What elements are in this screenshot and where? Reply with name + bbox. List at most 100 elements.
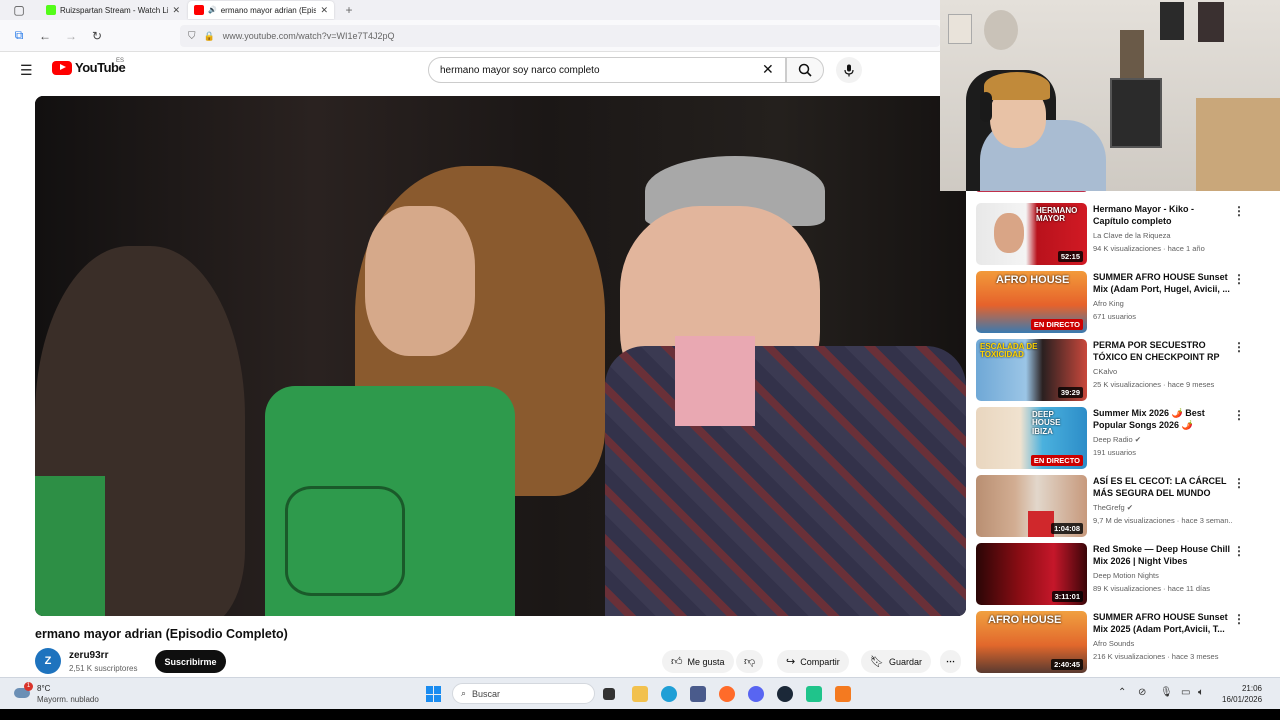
recommendation-item[interactable]: HERMANO MAYOR 52:15 Hermano Mayor - Kiko… — [976, 203, 1266, 267]
recommendation-channel[interactable]: La Clave de la Riqueza — [1093, 231, 1171, 240]
windows-start-icon[interactable] — [426, 686, 442, 702]
search-button[interactable] — [786, 57, 824, 83]
sidebar-toggle-icon[interactable]: ⧉ — [8, 25, 30, 47]
subscribe-button[interactable]: Suscribirme — [155, 650, 226, 673]
more-vertical-icon[interactable]: ⋮ — [1233, 612, 1245, 626]
shield-icon[interactable]: ⛉ — [188, 31, 196, 42]
youtube-logo[interactable]: YouTube — [52, 60, 126, 75]
network-icon[interactable]: ⊘ — [1138, 687, 1146, 698]
recommendation-title[interactable]: ASÍ ES EL CECOT: LA CÁRCEL MÁS SEGURA DE… — [1093, 475, 1231, 499]
url-bar[interactable]: ⛉ 🔒 www.youtube.com/watch?v=WI1e7T4J2pQ — [180, 25, 940, 47]
recommendation-title[interactable]: Hermano Mayor - Kiko - Capítulo completo — [1093, 203, 1231, 227]
more-vertical-icon[interactable]: ⋮ — [1233, 476, 1245, 490]
save-button[interactable]: 🔖︎ Guardar — [861, 650, 931, 673]
webcam-poster — [1160, 2, 1184, 40]
search-input[interactable]: hermano mayor soy narco completo — [428, 57, 786, 83]
menu-icon[interactable]: ☰ — [20, 62, 33, 79]
recommendation-channel[interactable]: Afro Sounds — [1093, 639, 1134, 648]
dislike-button[interactable]: 👎︎ — [736, 650, 764, 673]
reload-icon[interactable]: ↻ — [86, 25, 108, 47]
close-tab-icon[interactable]: ✕ — [172, 5, 180, 16]
channel-label[interactable]: TheGrefg — [1093, 503, 1125, 512]
recommendation-meta: 25 K visualizaciones · hace 9 meses — [1093, 380, 1215, 389]
tray-expand-icon[interactable]: ⌃ — [1118, 687, 1126, 698]
speaker-icon[interactable]: 🔊 — [208, 6, 217, 14]
steam-icon[interactable] — [777, 686, 793, 702]
tab-ruizspartan[interactable]: Ruizspartan Stream - Watch Live ✕ — [40, 1, 186, 19]
recommendation-title[interactable]: SUMMER AFRO HOUSE Sunset Mix (Adam Port,… — [1093, 271, 1231, 295]
recommendation-title[interactable]: PERMA POR SECUESTRO TÓXICO EN CHECKPOINT… — [1093, 339, 1231, 363]
recommendation-channel[interactable]: TheGrefg ✔ — [1093, 503, 1133, 512]
video-green-shirt-left — [35, 476, 105, 616]
weather-description: Mayorm. nublado — [37, 695, 99, 704]
more-vertical-icon[interactable]: ⋮ — [1233, 544, 1245, 558]
recommendation-item[interactable]: AFRO HOUSE 2:40:45 SUMMER AFRO HOUSE Sun… — [976, 611, 1266, 675]
discord-icon[interactable] — [748, 686, 764, 702]
video-thumbnail[interactable]: AFRO HOUSE 2:40:45 — [976, 611, 1087, 673]
recommendation-item[interactable]: 3:11:01 Red Smoke — Deep House Chill Mix… — [976, 543, 1266, 607]
store-icon[interactable] — [690, 686, 706, 702]
clock-time[interactable]: 21:06 — [1232, 684, 1262, 693]
streaming-app-icon[interactable] — [835, 686, 851, 702]
recommendation-title[interactable]: SUMMER AFRO HOUSE Sunset Mix 2025 (Adam … — [1093, 611, 1231, 635]
clock-date[interactable]: 16/01/2026 — [1222, 695, 1262, 704]
video-thumbnail[interactable]: ESCALADA DE TOXICIDAD 39:29 — [976, 339, 1087, 401]
file-explorer-icon[interactable] — [632, 686, 648, 702]
video-thumbnail[interactable]: DEEP HOUSE IBIZA EN DIRECTO — [976, 407, 1087, 469]
recommendation-item[interactable]: DEEP HOUSE IBIZA EN DIRECTO Summer Mix 2… — [976, 407, 1266, 471]
save-label: Guardar — [888, 656, 922, 667]
youtube-favicon-icon — [194, 5, 204, 15]
video-thumbnail[interactable]: HERMANO MAYOR 52:15 — [976, 203, 1087, 265]
tab-overview-icon[interactable]: ▢ — [8, 0, 30, 21]
display-icon[interactable]: ▭ — [1181, 687, 1190, 698]
recommendation-channel[interactable]: Deep Radio ✔ — [1093, 435, 1141, 444]
share-button[interactable]: ↪ Compartir — [777, 650, 849, 673]
video-thumbnail[interactable]: AFRO HOUSE EN DIRECTO — [976, 271, 1087, 333]
recommendation-item[interactable]: 1:04:08 ASÍ ES EL CECOT: LA CÁRCEL MÁS S… — [976, 475, 1266, 539]
recommendation-title[interactable]: Summer Mix 2026 🌶️ Best Popular Songs 20… — [1093, 407, 1231, 432]
thumbs-up-icon: 👍︎ — [671, 656, 683, 668]
channel-avatar[interactable]: Z — [35, 648, 61, 674]
video-stop-sign — [285, 486, 405, 596]
firefox-icon[interactable] — [719, 686, 735, 702]
more-actions-button[interactable]: ⋯ — [940, 650, 961, 673]
recommendation-meta: 191 usuarios — [1093, 448, 1136, 457]
taskbar-search[interactable]: ⌕ Buscar — [452, 683, 595, 704]
webcam-box — [1196, 98, 1280, 191]
more-vertical-icon[interactable]: ⋮ — [1233, 204, 1245, 218]
new-tab-button[interactable]: + — [338, 0, 360, 21]
channel-name[interactable]: zeru93rr — [69, 650, 108, 661]
recommendation-title[interactable]: Red Smoke — Deep House Chill Mix 2026 | … — [1093, 543, 1231, 567]
recommendation-channel[interactable]: CKalvo — [1093, 367, 1117, 376]
microphone-icon[interactable]: 🎙︎ — [1160, 687, 1173, 698]
channel-label[interactable]: Deep Radio — [1093, 435, 1133, 444]
like-button[interactable]: 👍︎ Me gusta — [662, 650, 734, 673]
recommendation-item[interactable]: ESCALADA DE TOXICIDAD 39:29 PERMA POR SE… — [976, 339, 1266, 403]
close-tab-icon[interactable]: ✕ — [320, 5, 328, 16]
task-view-icon[interactable] — [603, 688, 615, 700]
more-vertical-icon[interactable]: ⋮ — [1233, 408, 1245, 422]
forward-arrow-icon[interactable]: → — [60, 25, 82, 47]
volume-icon[interactable]: 🔈︎ — [1198, 687, 1204, 698]
app-icon[interactable] — [806, 686, 822, 702]
search-icon: ⌕ — [461, 688, 467, 698]
video-player[interactable] — [35, 96, 966, 616]
recommendation-channel[interactable]: Afro King — [1093, 299, 1124, 308]
search-value[interactable]: hermano mayor soy narco completo — [440, 65, 600, 76]
more-vertical-icon[interactable]: ⋮ — [1233, 272, 1245, 286]
url-text[interactable]: www.youtube.com/watch?v=WI1e7T4J2pQ — [223, 31, 395, 41]
edge-browser-icon[interactable] — [661, 686, 677, 702]
recommendation-item[interactable]: AFRO HOUSE EN DIRECTO SUMMER AFRO HOUSE … — [976, 271, 1266, 335]
tab-youtube-video[interactable]: 🔊 ermano mayor adrian (Episo ✕ — [188, 1, 334, 19]
video-thumbnail[interactable]: 3:11:01 — [976, 543, 1087, 605]
kick-favicon-icon — [46, 5, 56, 15]
subscriber-count: 2,51 K suscriptores — [69, 664, 138, 673]
more-vertical-icon[interactable]: ⋮ — [1233, 340, 1245, 354]
live-badge: EN DIRECTO — [1030, 319, 1083, 330]
clear-search-icon[interactable]: ✕ — [762, 61, 774, 78]
voice-search-button[interactable] — [836, 57, 862, 83]
lock-icon[interactable]: 🔒 — [204, 31, 215, 42]
recommendation-channel[interactable]: Deep Motion Nights — [1093, 571, 1159, 580]
video-thumbnail[interactable]: 1:04:08 — [976, 475, 1087, 537]
back-arrow-icon[interactable]: ← — [34, 25, 56, 47]
